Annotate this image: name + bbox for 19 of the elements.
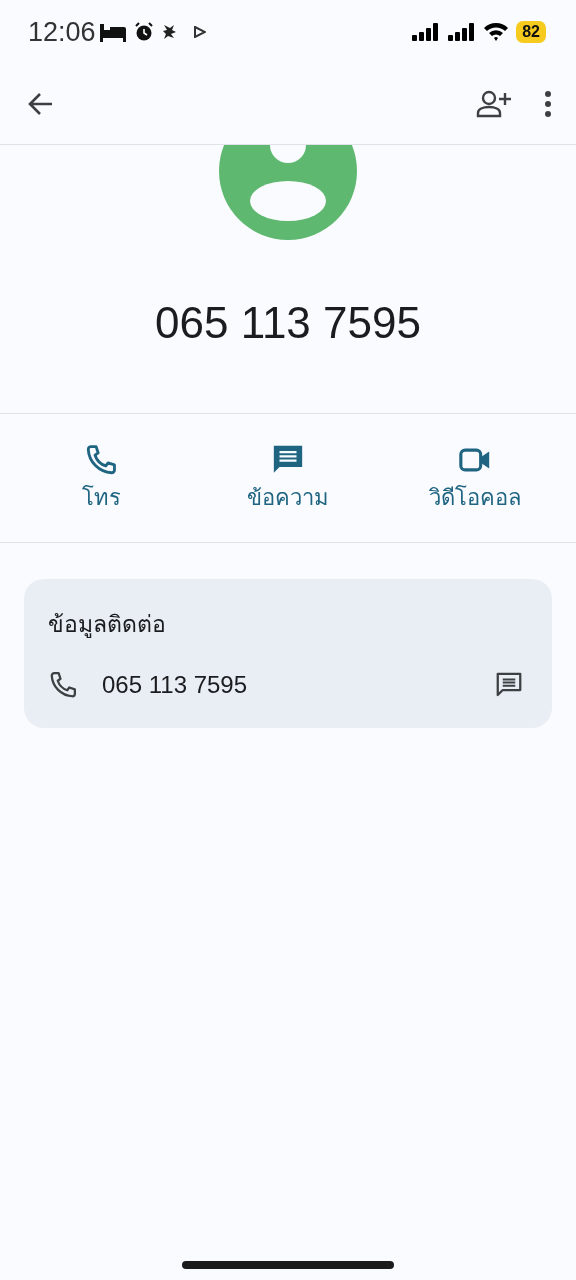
play-icon [193,26,206,38]
alarm-icon [133,22,154,42]
add-person-icon [476,90,512,118]
wifi-icon [484,23,509,41]
message-action-button[interactable]: ข้อความ [208,441,368,515]
back-arrow-icon [28,92,54,116]
battery-level: 82 [516,21,546,43]
more-icon [544,91,552,117]
bed-icon [99,22,126,42]
signal-icon [448,23,477,41]
video-action-button[interactable]: วิดีโอคอล [394,441,555,515]
call-action-button[interactable]: โทร [21,441,182,515]
status-time: 12:06 [28,15,96,49]
phone-number[interactable]: 065 113 7595 [102,666,248,703]
signal-icon [412,23,441,41]
phone-icon [48,669,78,700]
phone-number: 065 113 7595 [155,297,421,349]
call-icon [84,442,119,477]
card-title: ข้อมูลติดต่อ [48,610,167,640]
